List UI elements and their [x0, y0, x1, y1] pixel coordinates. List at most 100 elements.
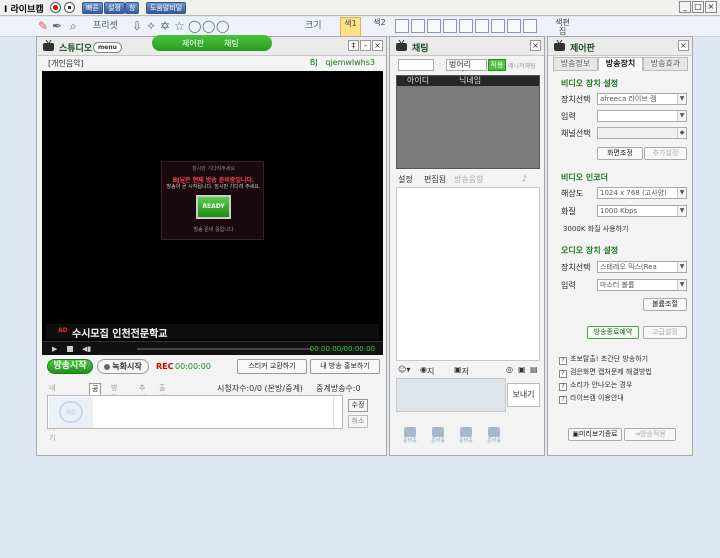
chat-input[interactable]: [396, 378, 506, 412]
chat-option2-icon[interactable]: ▣: [518, 365, 526, 374]
quality-note[interactable]: 3000K 화질 사용하기: [563, 224, 629, 234]
menu-button[interactable]: menu: [93, 42, 122, 53]
speech-bubble3-icon[interactable]: ◯: [216, 19, 229, 33]
volume-icon[interactable]: ◀▮: [82, 345, 91, 353]
chat-action-select[interactable]: 벙어리: [446, 59, 487, 71]
help-icon: ?: [559, 357, 567, 365]
emoticon-icon[interactable]: ☺▾: [398, 365, 410, 374]
top-button-3[interactable]: 창: [125, 2, 140, 14]
chat-clear-button[interactable]: ◉지우게: [420, 365, 434, 398]
star6-shape-icon[interactable]: ✡: [160, 19, 170, 33]
play-icon[interactable]: ▶: [52, 345, 57, 353]
add-settings-button[interactable]: 추가설정: [644, 147, 687, 160]
color-swatch[interactable]: [411, 19, 425, 33]
seek-bar[interactable]: [137, 348, 312, 350]
ad-caption[interactable]: AD 수시모집 인천전문학교: [46, 324, 379, 340]
star-shape-icon[interactable]: ✧: [146, 19, 156, 33]
chat-send-button[interactable]: 보내기: [507, 383, 540, 407]
emoji-slot[interactable]: 준비중: [484, 427, 504, 444]
star-outline-icon[interactable]: ☆: [174, 19, 185, 33]
audio-device-label: 장치선택: [561, 263, 591, 272]
preview-end-button[interactable]: ▣미리보기종료: [568, 428, 622, 441]
toolbar-color2[interactable]: 색2: [369, 17, 390, 37]
minimize-icon[interactable]: –: [360, 40, 371, 51]
chat-sound-menu[interactable]: 방송음향: [454, 174, 483, 185]
color-swatch[interactable]: [507, 19, 521, 33]
help-link-4[interactable]: ? 라이브캠 이용안내: [559, 393, 652, 406]
channel-stepper[interactable]: ◆: [597, 127, 687, 139]
minimize-button[interactable]: _: [679, 1, 691, 13]
eraser-icon[interactable]: ✎: [38, 19, 48, 33]
tab-control[interactable]: 제어판: [182, 38, 204, 49]
speech-bubble-icon[interactable]: ◯: [188, 19, 201, 33]
chat-edit-menu[interactable]: 편집됨: [424, 174, 446, 185]
chat-user-list[interactable]: 아이디 닉네임: [396, 75, 540, 169]
end-broadcast-reserve-button[interactable]: 방송종료예약: [587, 326, 639, 339]
screen-adjust-button[interactable]: 화면조정: [597, 147, 643, 160]
promote-broadcast-button[interactable]: 내 방송 홍보하기: [310, 359, 380, 374]
audio-device-select[interactable]: 스테레오 믹스(Rea ▼: [597, 261, 687, 273]
color-swatch[interactable]: [475, 19, 489, 33]
chat-messages[interactable]: [396, 187, 540, 361]
help-link-1[interactable]: ? 초보탈출! 초간단 방송하기: [559, 354, 652, 367]
close-icon[interactable]: ×: [678, 40, 689, 51]
music-note-icon[interactable]: ♪: [522, 174, 527, 183]
notice-textarea[interactable]: ap: [47, 395, 343, 429]
stop-icon-button[interactable]: [64, 2, 75, 13]
video-device-select[interactable]: afreeca 라이브 캠 ▼: [597, 93, 687, 105]
restore-icon[interactable]: ‡: [348, 40, 359, 51]
notice-scrollbar[interactable]: [333, 397, 341, 427]
chat-save-button[interactable]: ▣저장: [454, 365, 469, 387]
edit-notice-button[interactable]: 수정: [348, 399, 368, 412]
top-button-4[interactable]: 도움말비밀: [146, 2, 187, 14]
stop-icon[interactable]: [67, 346, 73, 352]
color-swatch[interactable]: [459, 19, 473, 33]
toolbar-size[interactable]: 크기: [305, 18, 322, 31]
toolbar-color1[interactable]: 색1: [340, 17, 361, 37]
emoji-slot[interactable]: 준비중: [456, 427, 476, 444]
color-swatch[interactable]: [395, 19, 409, 33]
advanced-settings-button[interactable]: 고급설정: [643, 326, 687, 339]
help-link-3[interactable]: ? 소리가 안나오는 경우: [559, 380, 652, 393]
audio-input-select[interactable]: 마스터 볼륨 ▼: [597, 279, 687, 291]
start-broadcast-button[interactable]: 방송시작: [47, 359, 93, 374]
quality-select[interactable]: 1000 Kbps ▼: [597, 205, 687, 217]
resolution-select[interactable]: 1024 x 768 (고사양) ▼: [597, 187, 687, 199]
top-button-1[interactable]: 빠른: [82, 2, 103, 14]
toolbar-color-edit[interactable]: 색편집: [552, 17, 573, 37]
apply-broadcast-button[interactable]: ⇥방송적용: [624, 428, 676, 441]
volume-control-button[interactable]: 볼륨조절: [643, 298, 687, 311]
sticker-exchange-button[interactable]: 스티커 교환하기: [237, 359, 307, 374]
speech-bubble2-icon[interactable]: ◯: [202, 19, 215, 33]
color-swatch[interactable]: [523, 19, 537, 33]
color-swatch[interactable]: [427, 19, 441, 33]
tab-broadcast-effects[interactable]: 방송효과: [643, 57, 688, 71]
tab-broadcast-info[interactable]: 방송정보: [553, 57, 598, 71]
manager-chat-link[interactable]: 매니저채팅: [508, 61, 536, 70]
search-icon[interactable]: ⌕: [70, 19, 77, 34]
arrow-shape-icon[interactable]: ⇩: [132, 19, 142, 33]
color-swatch[interactable]: [443, 19, 457, 33]
emoji-slot[interactable]: 준비중: [400, 427, 420, 444]
chat-option3-icon[interactable]: ▤: [530, 365, 538, 374]
color-swatch[interactable]: [491, 19, 505, 33]
chat-settings-menu[interactable]: 설정: [398, 174, 413, 185]
top-button-2[interactable]: 설정: [104, 2, 125, 14]
video-input-select[interactable]: ▼: [597, 110, 687, 122]
emoji-slot[interactable]: 준비중: [428, 427, 448, 444]
chat-user-search-input[interactable]: [398, 59, 434, 71]
toolbar-preset[interactable]: 프리셋: [93, 18, 118, 31]
cancel-notice-button[interactable]: 취소: [348, 415, 368, 428]
close-button[interactable]: ×: [705, 1, 717, 13]
close-icon[interactable]: ×: [530, 40, 541, 51]
start-recording-button[interactable]: 녹화시작: [97, 359, 149, 374]
broadcast-icon-button[interactable]: [50, 2, 61, 13]
pen-icon[interactable]: ✒: [52, 19, 62, 33]
chat-apply-button[interactable]: 적용: [488, 59, 506, 71]
tab-chat[interactable]: 채팅: [224, 38, 239, 49]
chat-option-icon[interactable]: ◎: [506, 365, 513, 374]
close-icon[interactable]: ×: [372, 40, 383, 51]
maximize-button[interactable]: □: [692, 1, 704, 13]
help-link-2[interactable]: ? 검은화면 캡처문제 해결방법: [559, 367, 652, 380]
tab-broadcast-device[interactable]: 방송장치: [598, 57, 643, 71]
